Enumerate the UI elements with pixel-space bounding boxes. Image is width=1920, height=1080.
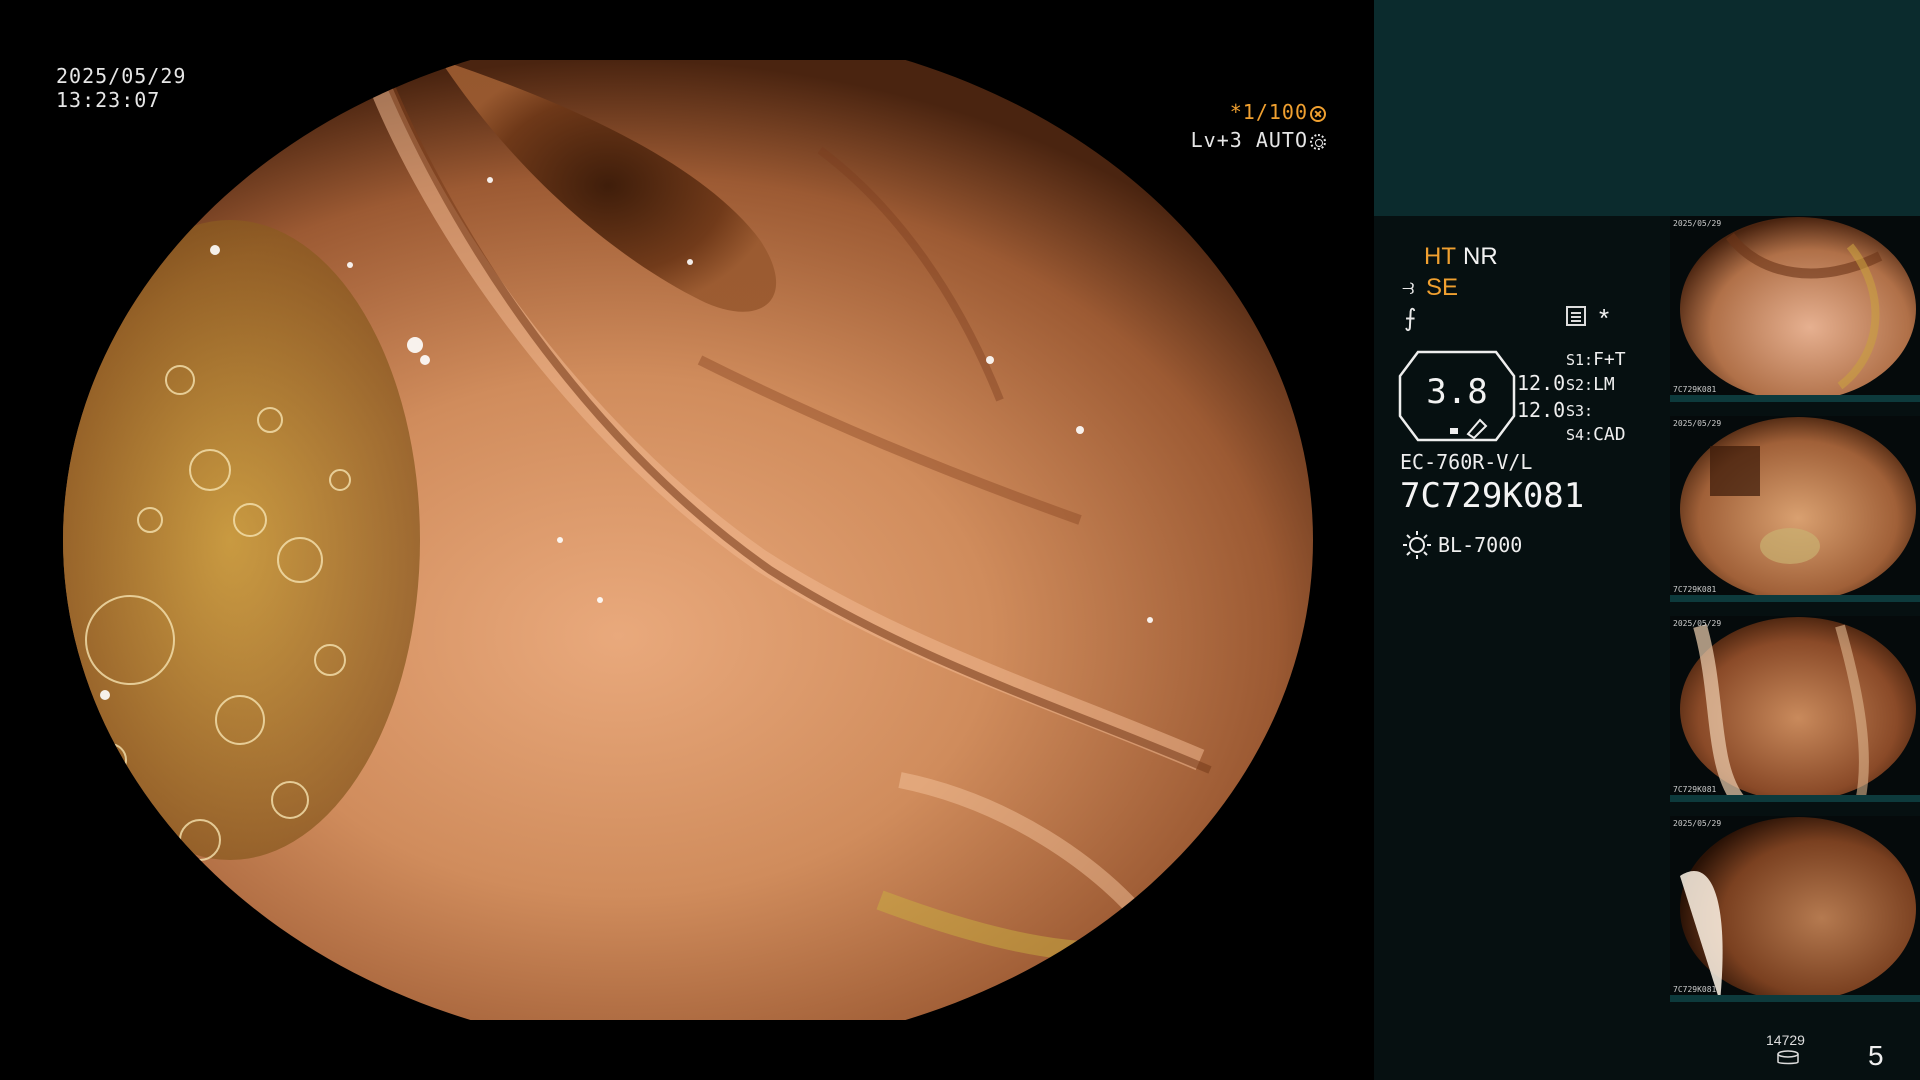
zoom-value: 3.8 — [1426, 372, 1488, 412]
thumbnail-date: 2025/05/29 — [1673, 219, 1722, 228]
structure-enhance-icon: ⥽ — [1402, 274, 1415, 299]
thumbnail-image — [1680, 217, 1916, 401]
thumbnail-date: 2025/05/29 — [1673, 619, 1722, 628]
endoscope-view: 2025/05/29 13:23:07 *1/100 Lv+3 AUTO — [0, 0, 1374, 1080]
thumbnail-date: 2025/05/29 — [1673, 419, 1722, 428]
slot-value: LM — [1593, 374, 1615, 395]
magnification-top: 12.0 — [1517, 371, 1566, 395]
thumbnail-status-bar — [1670, 795, 1920, 802]
thumbnail-image — [1680, 617, 1916, 802]
storage-disk-icon — [1777, 1050, 1799, 1065]
time-display: 13:23:07 — [56, 88, 161, 112]
se-mode-indicator: SE — [1426, 274, 1459, 301]
shutter-speed-display: *1/100 — [1230, 100, 1326, 124]
scope-model: EC-760R-V/L — [1400, 450, 1533, 474]
iris-icon — [1310, 134, 1326, 150]
endoscopic-image — [63, 56, 1313, 1020]
thumbnail-image — [1680, 817, 1916, 1002]
slot-key: S1: — [1566, 351, 1594, 369]
captured-thumbnail[interactable]: 2025/05/29 7C729K081 — [1670, 216, 1920, 402]
nr-mode-indicator: NR — [1463, 243, 1498, 270]
thumbnail-status-bar — [1670, 395, 1920, 402]
thumbnail-image — [1680, 417, 1916, 601]
memo-icon — [1566, 306, 1586, 326]
brightness-level-value: Lv+3 AUTO — [1190, 128, 1308, 152]
captured-thumbnail[interactable]: 2025/05/29 7C729K081 — [1670, 416, 1920, 602]
date-display: 2025/05/29 — [56, 64, 187, 88]
thumbnail-status-bar — [1670, 595, 1920, 602]
aperture-icon — [1310, 106, 1326, 122]
panel-header-block — [1374, 0, 1920, 216]
slot-value: CAD — [1593, 424, 1626, 445]
captured-thumbnail[interactable]: 2025/05/29 7C729K081 — [1670, 816, 1920, 1002]
light-source-icon — [1403, 531, 1431, 559]
ht-mode-indicator: HT — [1424, 243, 1456, 270]
switch-slot-3: S3: — [1566, 400, 1593, 421]
captured-thumbnail[interactable]: 2025/05/29 7C729K081 — [1670, 616, 1920, 802]
slot-key: S3: — [1566, 402, 1594, 420]
slot-value: F+T — [1593, 349, 1626, 370]
thumbnail-serial: 7C729K081 — [1673, 985, 1717, 994]
thumbnail-serial: 7C729K081 — [1673, 585, 1717, 594]
magnification-bottom: 12.0 — [1517, 398, 1566, 422]
brightness-level-display: Lv+3 AUTO — [1191, 128, 1326, 152]
switch-slot-4: S4:CAD — [1566, 424, 1626, 445]
thumbnail-status-bar — [1670, 995, 1920, 1002]
scope-serial: 7C729K081 — [1400, 476, 1585, 516]
shutter-speed-value: *1/100 — [1229, 100, 1308, 124]
switch-slot-2: S2:LM — [1566, 374, 1615, 395]
star-indicator: * — [1599, 303, 1610, 333]
image-count: 14729 — [1766, 1032, 1805, 1048]
thumbnail-date: 2025/05/29 — [1673, 819, 1722, 828]
light-source-name: BL-7000 — [1438, 533, 1523, 557]
slot-key: S2: — [1566, 376, 1594, 394]
thumbnail-serial: 7C729K081 — [1673, 385, 1717, 394]
page-number: 5 — [1868, 1040, 1884, 1071]
thumbnail-serial: 7C729K081 — [1673, 785, 1717, 794]
slot-key: S4: — [1566, 426, 1594, 444]
freeze-icon: ⨍ — [1404, 305, 1417, 332]
switch-slot-1: S1:F+T — [1566, 349, 1626, 370]
